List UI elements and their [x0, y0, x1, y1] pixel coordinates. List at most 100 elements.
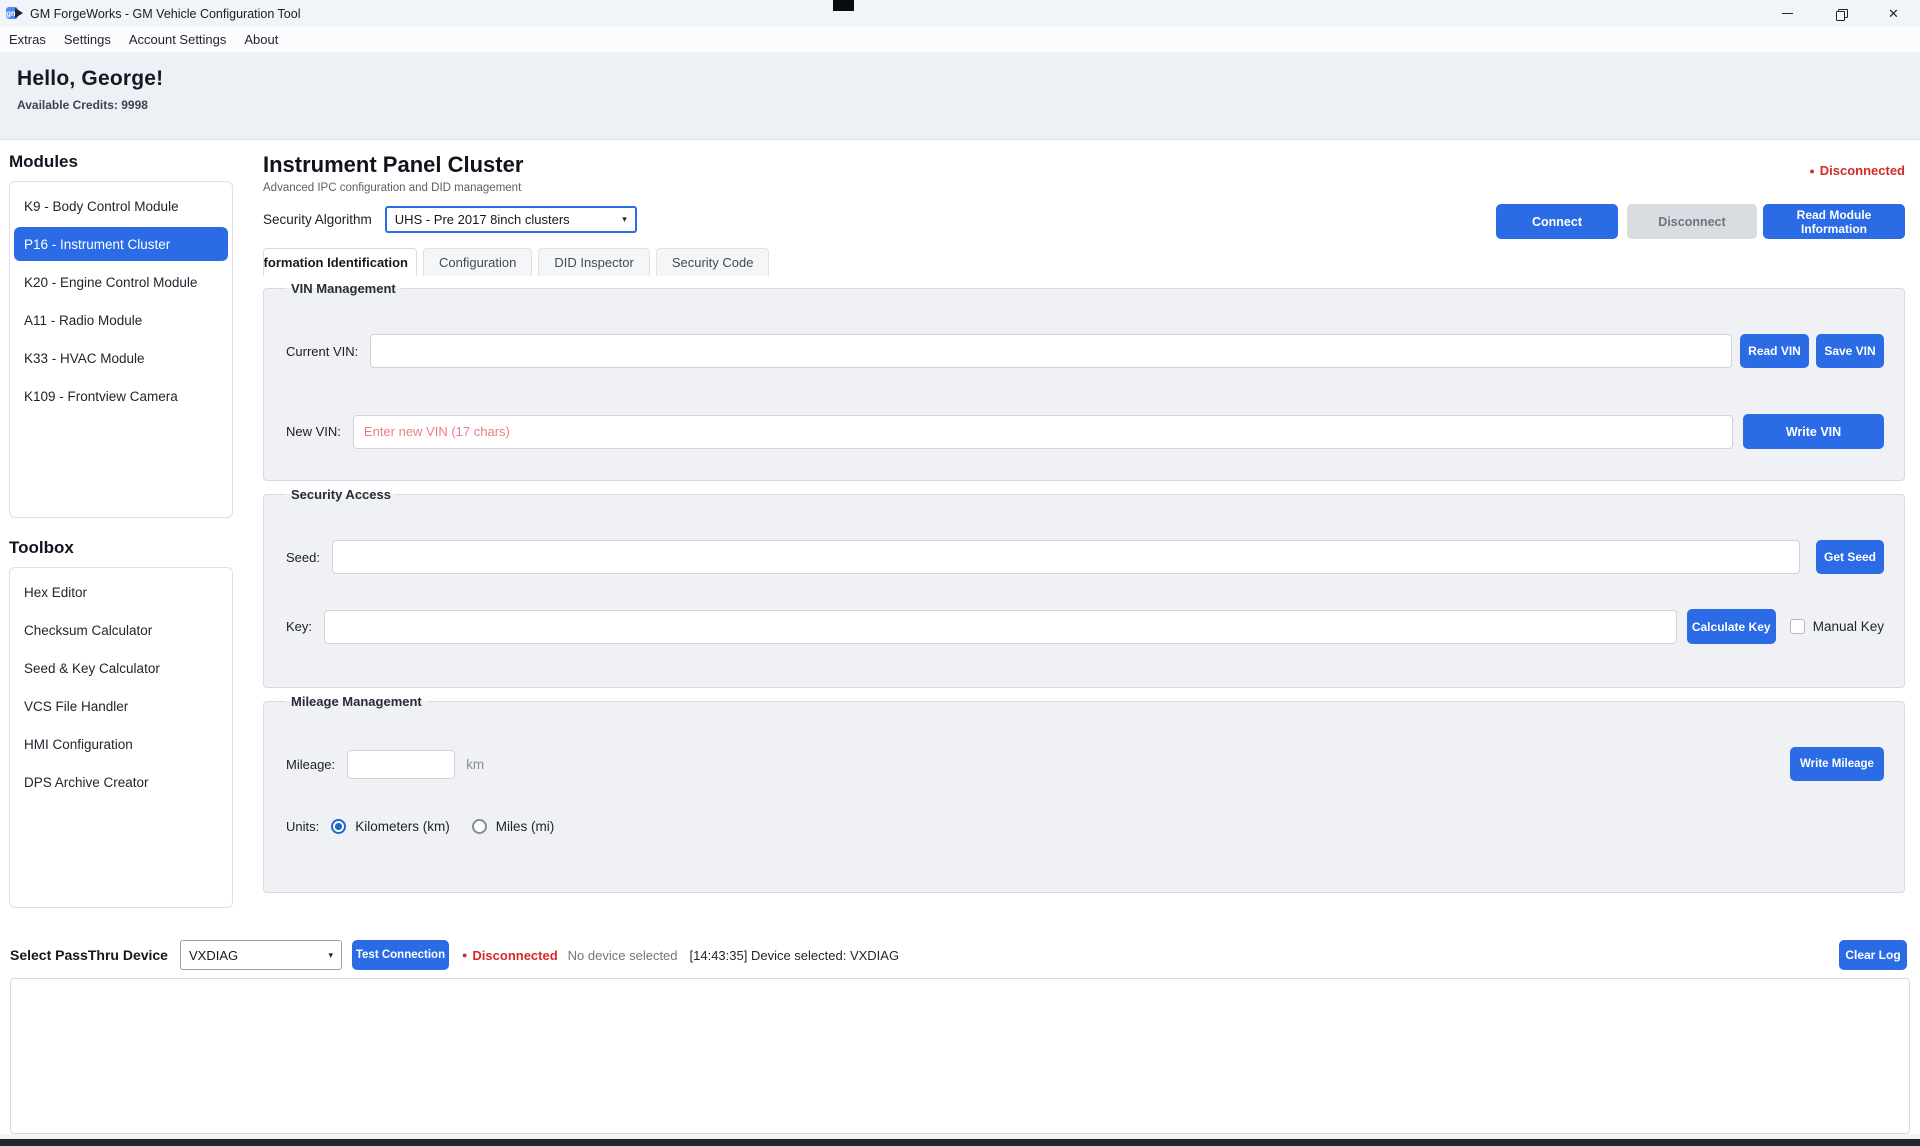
device-log-line: [14:43:35] Device selected: VXDIAG — [690, 948, 900, 963]
modules-list: K9 - Body Control Module P16 - Instrumen… — [9, 181, 233, 518]
titlebar: gm GM ForgeWorks - GM Vehicle Configurat… — [0, 0, 1920, 27]
toolbox-item-checksum-calculator[interactable]: Checksum Calculator — [10, 611, 232, 649]
toolbox-item-seed-key-calculator[interactable]: Seed & Key Calculator — [10, 649, 232, 687]
key-row: Key: Calculate Key Manual Key — [286, 609, 1884, 644]
greeting-header: Hello, George! Available Credits: 9998 — [0, 52, 1920, 140]
window-title: GM ForgeWorks - GM Vehicle Configuration… — [30, 7, 300, 21]
manual-key-checkbox[interactable] — [1790, 619, 1805, 634]
new-vin-row: New VIN: Write VIN — [286, 414, 1884, 449]
mileage-management-legend: Mileage Management — [286, 694, 427, 709]
current-vin-label: Current VIN: — [286, 344, 358, 359]
sidebar-item-p16-ipc[interactable]: P16 - Instrument Cluster — [14, 227, 228, 261]
tab-did-inspector[interactable]: DID Inspector — [538, 248, 649, 276]
units-label: Units: — [286, 819, 319, 834]
minimize-button[interactable] — [1761, 0, 1814, 27]
menu-account-settings[interactable]: Account Settings — [120, 32, 236, 47]
connection-buttons: Connect Disconnect Read Module Informati… — [1496, 204, 1905, 239]
security-algorithm-label: Security Algorithm — [263, 212, 372, 227]
kilometers-radio[interactable] — [331, 819, 346, 834]
log-output[interactable] — [10, 978, 1910, 1134]
menu-extras[interactable]: Extras — [9, 32, 55, 47]
security-algorithm-value: UHS - Pre 2017 8inch clusters — [395, 212, 570, 227]
passthru-device-label: Select PassThru Device — [10, 947, 168, 963]
device-status-detail: No device selected — [568, 948, 678, 963]
main-header: Instrument Panel Cluster Advanced IPC co… — [263, 152, 1905, 233]
sidebar-item-k9-bcm[interactable]: K9 - Body Control Module — [10, 187, 232, 225]
restore-button[interactable] — [1814, 0, 1867, 27]
sidebar-item-a11-radio[interactable]: A11 - Radio Module — [10, 301, 232, 339]
toolbox-item-dps-archive-creator[interactable]: DPS Archive Creator — [10, 763, 232, 801]
test-connection-button[interactable]: Test Connection — [352, 940, 449, 970]
miles-radio-label: Miles (mi) — [496, 819, 555, 834]
modules-heading: Modules — [9, 152, 233, 172]
minimize-icon — [1782, 13, 1793, 14]
connect-button[interactable]: Connect — [1496, 204, 1618, 239]
toolbox-item-hmi-configuration[interactable]: HMI Configuration — [10, 725, 232, 763]
mileage-label: Mileage: — [286, 757, 335, 772]
vin-management-legend: VIN Management — [286, 281, 401, 296]
connection-status-text: Disconnected — [1820, 163, 1905, 178]
manual-key-label: Manual Key — [1813, 619, 1884, 634]
page-subtitle: Advanced IPC configuration and DID manag… — [263, 182, 1905, 194]
passthru-device-bar: Select PassThru Device VXDIAG ▾ Test Con… — [0, 935, 1920, 975]
miles-radio[interactable] — [472, 819, 487, 834]
seed-row: Seed: Get Seed — [286, 540, 1884, 574]
mileage-field[interactable] — [347, 750, 455, 779]
passthru-device-select[interactable]: VXDIAG ▾ — [180, 940, 342, 970]
disconnect-button[interactable]: Disconnect — [1627, 204, 1757, 239]
seed-field[interactable] — [332, 540, 1800, 574]
menu-settings[interactable]: Settings — [55, 32, 120, 47]
toolbox-item-vcs-file-handler[interactable]: VCS File Handler — [10, 687, 232, 725]
device-status-text: Disconnected — [472, 948, 557, 963]
sidebar-item-k33-hvac[interactable]: K33 - HVAC Module — [10, 339, 232, 377]
content-area: Modules K9 - Body Control Module P16 - I… — [0, 140, 1920, 935]
toolbox-item-hex-editor[interactable]: Hex Editor — [10, 573, 232, 611]
current-vin-field[interactable] — [370, 334, 1732, 368]
chevron-down-icon: ▾ — [328, 951, 333, 960]
read-vin-button[interactable]: Read VIN — [1740, 334, 1809, 368]
units-row: Units: Kilometers (km) Miles (mi) — [286, 819, 1884, 834]
screen-artifact — [833, 0, 854, 11]
sidebar: Modules K9 - Body Control Module P16 - I… — [9, 140, 233, 935]
security-access-section: Security Access Seed: Get Seed Key: Calc… — [263, 487, 1905, 688]
write-mileage-button[interactable]: Write Mileage — [1790, 747, 1884, 781]
menu-bar: Extras Settings Account Settings About — [0, 27, 1920, 52]
passthru-device-value: VXDIAG — [189, 948, 238, 963]
restore-icon — [1836, 9, 1846, 19]
menu-about[interactable]: About — [235, 32, 287, 47]
tab-configuration[interactable]: Configuration — [423, 248, 532, 276]
main-panel: Instrument Panel Cluster Advanced IPC co… — [263, 140, 1905, 935]
new-vin-field[interactable] — [353, 415, 1733, 449]
status-dot-icon: ● — [462, 950, 467, 960]
write-vin-button[interactable]: Write VIN — [1743, 414, 1884, 449]
app-window: gm GM ForgeWorks - GM Vehicle Configurat… — [0, 0, 1920, 1146]
read-module-information-button[interactable]: Read Module Information — [1763, 204, 1905, 239]
mileage-unit-suffix: km — [466, 757, 484, 772]
close-button[interactable]: ✕ — [1867, 0, 1920, 27]
chevron-down-icon: ▾ — [622, 215, 627, 224]
key-label: Key: — [286, 619, 312, 634]
save-vin-button[interactable]: Save VIN — [1816, 334, 1884, 368]
mileage-management-section: Mileage Management Mileage: km Write Mil… — [263, 694, 1905, 893]
tab-security-code[interactable]: Security Code — [656, 248, 770, 276]
bottom-edge-strip — [0, 1139, 1920, 1146]
sidebar-item-k109-camera[interactable]: K109 - Frontview Camera — [10, 377, 232, 415]
current-vin-row: Current VIN: Read VIN Save VIN — [286, 334, 1884, 368]
page-title: Instrument Panel Cluster — [263, 152, 1905, 178]
app-icon: gm — [6, 6, 23, 21]
toolbox-list: Hex Editor Checksum Calculator Seed & Ke… — [9, 567, 233, 908]
connection-status: ● Disconnected — [1809, 163, 1905, 178]
key-field[interactable] — [324, 610, 1677, 644]
sidebar-item-k20-ecm[interactable]: K20 - Engine Control Module — [10, 263, 232, 301]
greeting-text: Hello, George! — [17, 67, 1920, 91]
tab-identification[interactable]: Information Identification — [263, 248, 417, 276]
window-controls: ✕ — [1761, 0, 1920, 27]
close-icon: ✕ — [1888, 6, 1899, 22]
security-algorithm-select[interactable]: UHS - Pre 2017 8inch clusters ▾ — [385, 206, 637, 233]
get-seed-button[interactable]: Get Seed — [1816, 540, 1884, 574]
security-access-legend: Security Access — [286, 487, 396, 502]
seed-label: Seed: — [286, 550, 320, 565]
mileage-row: Mileage: km Write Mileage — [286, 747, 1884, 781]
clear-log-button[interactable]: Clear Log — [1839, 940, 1907, 970]
calculate-key-button[interactable]: Calculate Key — [1687, 609, 1776, 644]
